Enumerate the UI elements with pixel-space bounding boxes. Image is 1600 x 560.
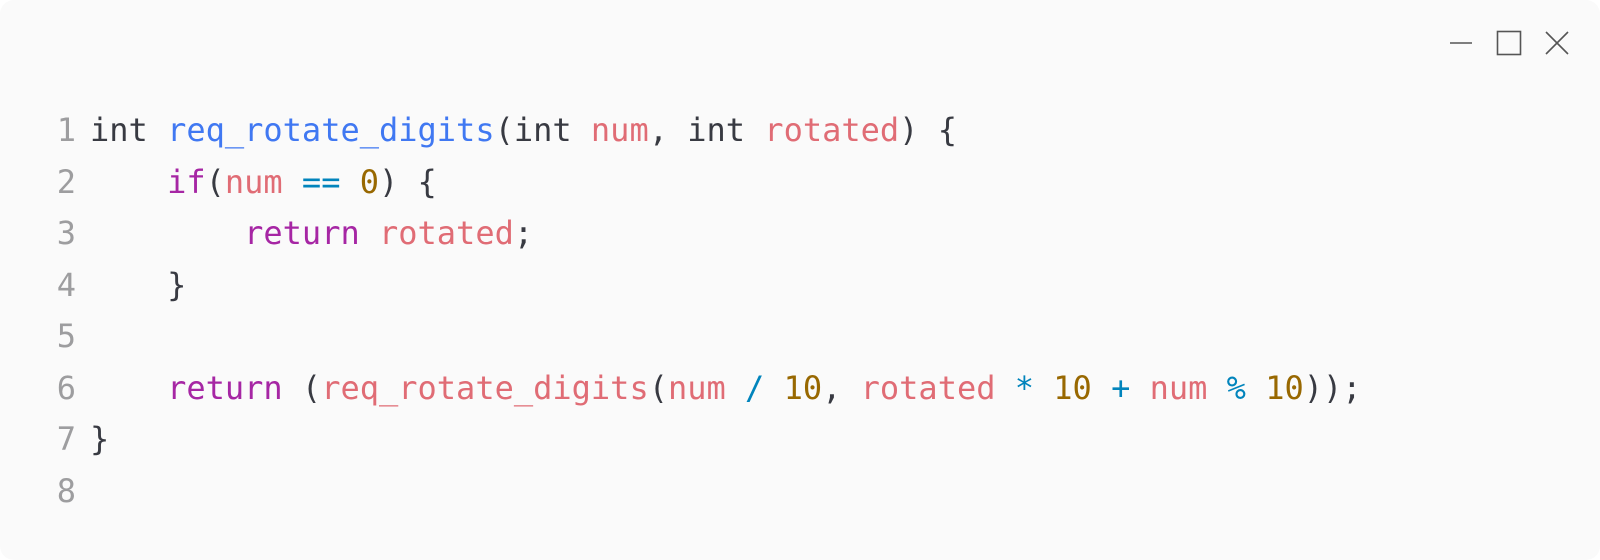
code-line: 7}	[52, 414, 1362, 466]
code-token: %	[1226, 368, 1246, 407]
code-token: num	[224, 162, 283, 201]
code-token: ) {	[899, 111, 957, 149]
code-block[interactable]: 1 int req_rotate_digits(int num, int rota…	[52, 105, 1362, 517]
code-token: if	[167, 162, 206, 201]
maximize-button[interactable]	[1492, 26, 1526, 60]
code-token: num	[590, 111, 649, 149]
code-line-text: if(num == 0) {	[90, 157, 437, 209]
window-controls	[1444, 26, 1574, 60]
code-token: int	[513, 111, 572, 149]
code-line: 3 return rotated;	[52, 208, 1362, 260]
code-token: return	[167, 368, 283, 407]
code-token: rotated	[860, 368, 996, 407]
code-token: rotated	[378, 214, 514, 252]
code-line-text: return rotated;	[90, 208, 533, 260]
line-number: 7	[56, 420, 76, 458]
minimize-icon	[1450, 42, 1472, 44]
code-line: 2 if(num == 0) {	[52, 157, 1362, 209]
line-number: 2	[56, 162, 76, 201]
code-line: 6 return (req_rotate_digits(num / 10, ro…	[52, 363, 1362, 415]
code-token: req_rotate_digits	[321, 368, 649, 407]
code-token: ) {	[378, 162, 437, 201]
code-token: (	[301, 368, 322, 407]
code-token: int	[687, 111, 746, 149]
code-token: req_rotate_digits	[167, 111, 495, 149]
code-token: (	[648, 368, 668, 407]
close-button[interactable]	[1540, 26, 1574, 60]
code-token: (	[205, 162, 225, 201]
code-token: ,	[648, 111, 688, 149]
line-number: 6	[56, 368, 76, 407]
line-number: 3	[56, 214, 76, 252]
line-number: 4	[56, 265, 76, 304]
code-line-text: }	[90, 414, 109, 466]
code-token: num	[667, 368, 726, 407]
code-line: 8	[52, 466, 1362, 518]
line-number: 8	[56, 471, 76, 510]
maximize-icon	[1496, 30, 1522, 56]
code-token: }	[167, 265, 187, 304]
minimize-button[interactable]	[1444, 26, 1478, 60]
code-line: 4 }	[52, 260, 1362, 312]
code-token: ,	[822, 368, 861, 407]
code-token: }	[90, 420, 110, 458]
code-token: num	[1149, 368, 1208, 407]
code-token: return	[244, 214, 360, 252]
line-number: 5	[56, 317, 76, 355]
line-number: 1	[56, 111, 76, 149]
code-token: ));	[1303, 368, 1362, 407]
code-line: 5	[52, 311, 1362, 363]
code-token: 10	[1265, 368, 1304, 407]
code-token: 10	[1053, 368, 1092, 407]
code-token: (	[494, 111, 514, 149]
close-icon	[1545, 31, 1569, 55]
code-line-text: }	[90, 260, 186, 312]
code-line-text: int req_rotate_digits(int num, int rotat…	[90, 105, 957, 157]
code-token: ==	[301, 162, 341, 201]
code-window: 1 int req_rotate_digits(int num, int rota…	[0, 0, 1600, 560]
code-token: +	[1111, 368, 1131, 407]
code-line: 1 int req_rotate_digits(int num, int rota…	[52, 105, 1362, 157]
code-token: ;	[513, 214, 534, 252]
code-token: *	[1014, 368, 1035, 407]
code-token: 10	[783, 368, 823, 407]
code-line-text: return (req_rotate_digits(num / 10, rota…	[90, 363, 1362, 415]
code-token: int	[90, 111, 148, 149]
code-token: 0	[359, 162, 379, 201]
code-token: /	[745, 368, 765, 407]
code-token: rotated	[764, 111, 900, 149]
